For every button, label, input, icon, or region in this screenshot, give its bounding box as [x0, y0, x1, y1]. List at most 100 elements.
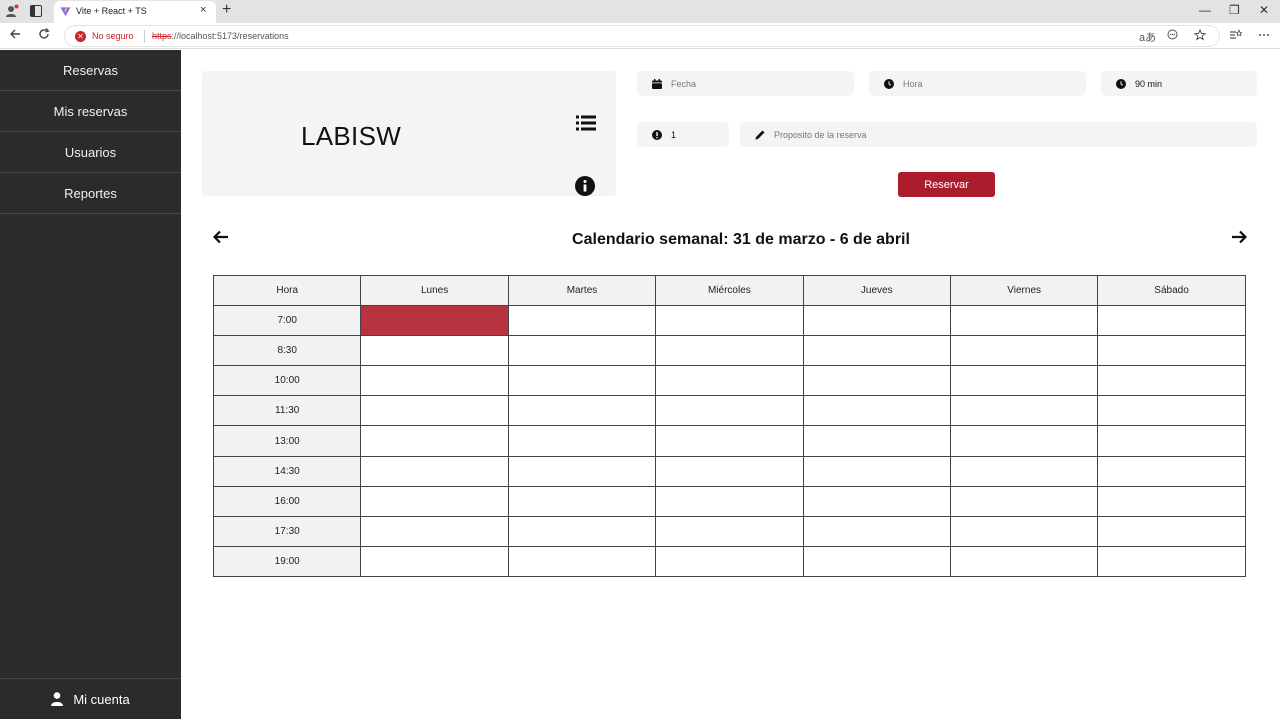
time-slot[interactable] — [949, 455, 1099, 487]
new-tab-button[interactable]: + — [222, 1, 231, 19]
calendar-title: Calendario semanal: 31 de marzo - 6 de a… — [572, 231, 910, 248]
profile-icon[interactable] — [5, 4, 19, 18]
time-slot[interactable] — [949, 425, 1099, 457]
time-slot[interactable] — [949, 395, 1099, 427]
time-slot[interactable] — [655, 395, 804, 427]
calendar-row: 13:00 — [212, 425, 1246, 457]
time-slot[interactable] — [360, 395, 509, 427]
date-input[interactable] — [671, 78, 845, 89]
security-label[interactable]: No seguro — [92, 31, 134, 41]
time-slot[interactable] — [507, 335, 657, 367]
time-slot[interactable] — [507, 305, 657, 337]
time-slot[interactable] — [1097, 425, 1246, 457]
time-slot[interactable] — [655, 545, 804, 577]
tab-close-icon[interactable]: × — [200, 4, 206, 16]
time-slot[interactable] — [360, 545, 509, 577]
favorites-list-icon[interactable] — [1229, 29, 1242, 41]
time-slot[interactable] — [507, 545, 657, 577]
account-button[interactable]: Mi cuenta — [0, 678, 181, 719]
day-header: Martes — [507, 274, 657, 307]
booked-slot[interactable] — [360, 305, 509, 337]
time-input[interactable] — [903, 78, 1077, 89]
time-slot[interactable] — [655, 335, 804, 367]
minimize-button[interactable]: — — [1199, 3, 1211, 17]
purpose-field[interactable] — [740, 122, 1257, 147]
time-slot[interactable] — [949, 515, 1099, 547]
list-icon[interactable] — [576, 115, 596, 131]
favorite-star-icon[interactable] — [1194, 29, 1206, 41]
sidebar-item-usuarios[interactable]: Usuarios — [0, 132, 181, 173]
day-header: Jueves — [802, 274, 951, 307]
time-slot[interactable] — [655, 485, 804, 517]
time-slot[interactable] — [360, 485, 509, 517]
calendar-row: 19:00 — [212, 545, 1246, 577]
lab-name: LABISW — [301, 121, 402, 151]
purpose-input[interactable] — [774, 129, 1188, 140]
time-slot[interactable] — [802, 305, 951, 337]
time-slot[interactable] — [802, 515, 951, 547]
time-slot[interactable] — [655, 515, 804, 547]
time-slot[interactable] — [1097, 365, 1246, 397]
time-slot[interactable] — [802, 365, 951, 397]
time-slot[interactable] — [1097, 395, 1246, 427]
time-slot[interactable] — [949, 485, 1099, 517]
time-slot[interactable] — [802, 545, 951, 577]
time-slot[interactable] — [949, 365, 1099, 397]
time-slot[interactable] — [507, 365, 657, 397]
time-slot[interactable] — [1097, 335, 1246, 367]
time-slot[interactable] — [949, 545, 1099, 577]
sidebar-item-mis-reservas[interactable]: Mis reservas — [0, 91, 181, 132]
url-bar[interactable]: ✕ No seguro https://localhost:5173/reser… — [64, 25, 1220, 47]
restore-button[interactable]: ❐ — [1229, 3, 1240, 17]
reservations-main: LABISW 90 min — [181, 50, 1280, 719]
time-slot[interactable] — [360, 425, 509, 457]
count-field[interactable]: 1 — [637, 122, 729, 147]
read-aloud-icon[interactable]: aあ — [1139, 29, 1156, 45]
time-slot[interactable] — [507, 515, 657, 547]
duration-field[interactable]: 90 min — [1101, 71, 1257, 96]
time-slot[interactable] — [360, 365, 509, 397]
time-slot[interactable] — [655, 425, 804, 457]
info-icon[interactable] — [575, 176, 595, 196]
hour-column-header: Hora — [212, 274, 362, 307]
sidebar-item-reservas[interactable]: Reservas — [0, 50, 181, 91]
time-slot[interactable] — [507, 395, 657, 427]
time-slot[interactable] — [507, 425, 657, 457]
time-slot[interactable] — [802, 485, 951, 517]
time-slot[interactable] — [360, 335, 509, 367]
reload-icon[interactable] — [38, 28, 50, 40]
time-slot[interactable] — [802, 335, 951, 367]
time-slot[interactable] — [1097, 455, 1246, 487]
time-slot[interactable] — [802, 455, 951, 487]
browser-tab[interactable]: Vite + React + TS × — [54, 1, 216, 23]
time-slot[interactable] — [1097, 305, 1246, 337]
time-slot[interactable] — [507, 485, 657, 517]
time-slot[interactable] — [360, 515, 509, 547]
url-text[interactable]: https://localhost:5173/reservations — [152, 31, 289, 41]
day-header: Lunes — [360, 274, 509, 307]
more-tools-icon[interactable] — [1167, 29, 1178, 40]
sidebar-item-reportes[interactable]: Reportes — [0, 173, 181, 214]
time-slot[interactable] — [802, 425, 951, 457]
window-close-button[interactable]: ✕ — [1259, 3, 1269, 17]
time-field[interactable] — [869, 71, 1086, 96]
time-slot[interactable] — [949, 335, 1099, 367]
time-slot[interactable] — [655, 365, 804, 397]
settings-more-icon[interactable] — [1258, 29, 1270, 41]
time-slot[interactable] — [507, 455, 657, 487]
time-slot[interactable] — [1097, 515, 1246, 547]
time-slot[interactable] — [802, 395, 951, 427]
duration-value: 90 min — [1135, 78, 1163, 89]
time-slot[interactable] — [949, 305, 1099, 337]
tab-actions-icon[interactable] — [30, 5, 42, 17]
reserve-button[interactable]: Reservar — [898, 172, 995, 197]
time-slot[interactable] — [360, 455, 509, 487]
back-arrow-icon[interactable] — [9, 28, 21, 40]
time-slot[interactable] — [655, 455, 804, 487]
time-slot[interactable] — [1097, 545, 1246, 577]
hour-cell: 19:00 — [212, 545, 362, 577]
time-slot[interactable] — [655, 305, 804, 337]
next-week-arrow-icon[interactable] — [1230, 228, 1248, 246]
time-slot[interactable] — [1097, 485, 1246, 517]
date-field[interactable] — [637, 71, 854, 96]
